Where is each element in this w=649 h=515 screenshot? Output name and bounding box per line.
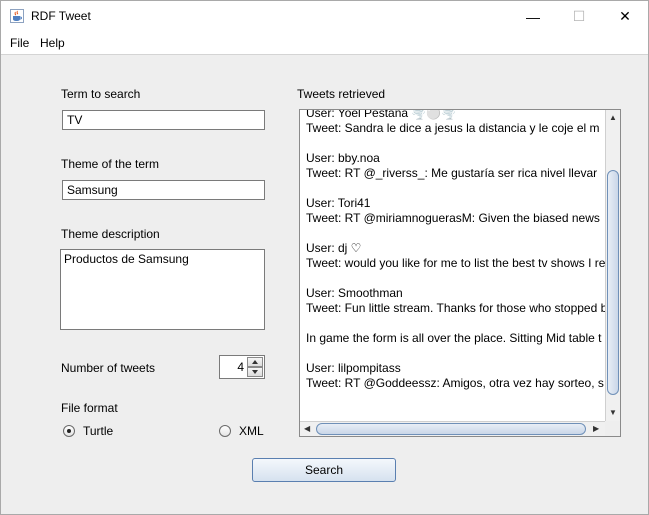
tweet-line: In game the form is all over the place. … (306, 331, 602, 345)
scroll-right-arrow-icon[interactable]: ▶ (593, 425, 599, 433)
minimize-button[interactable]: — (510, 1, 556, 32)
maximize-button[interactable]: ☐ (556, 1, 602, 32)
tweet-line: User: Tori41 (306, 196, 371, 210)
tweet-line: User: bby.noa (306, 151, 380, 165)
num-tweets-value: 4 (237, 360, 244, 374)
tweet-line: Tweet: RT @Goddeessz: Amigos, otra vez h… (306, 376, 604, 390)
spinner-down-button[interactable] (247, 367, 263, 377)
horizontal-scroll-thumb[interactable] (316, 423, 586, 435)
tweet-line: Tweet: would you like for me to list the… (306, 256, 606, 270)
spinner-up-button[interactable] (247, 357, 263, 367)
description-label: Theme description (61, 227, 160, 241)
menu-help[interactable]: Help (40, 36, 65, 50)
description-textarea[interactable]: Productos de Samsung (60, 249, 265, 330)
tweets-text-area[interactable]: User: Yoel Pestana 🌪️⚪🌪️ Tweet: Sandra le… (300, 110, 606, 422)
tweet-line: User: lilpompitass (306, 361, 401, 375)
tweet-line: User: dj ♡ (306, 241, 362, 255)
num-tweets-spinner[interactable]: 4 (219, 355, 265, 379)
menu-bar: File Help (1, 32, 648, 55)
format-label: File format (61, 401, 118, 415)
xml-radio-label[interactable]: XML (239, 424, 264, 438)
tweets-label: Tweets retrieved (297, 87, 386, 101)
scroll-left-arrow-icon[interactable]: ◀ (304, 425, 310, 433)
theme-label: Theme of the term (61, 157, 160, 171)
window-title: RDF Tweet (31, 9, 91, 23)
tweet-line: User: Yoel Pestana 🌪️⚪🌪️ (306, 110, 457, 120)
tweet-line: Tweet: Sandra le dice a jesus la distanc… (306, 121, 600, 135)
tweet-line: User: Smoothman (306, 286, 403, 300)
menu-file[interactable]: File (10, 36, 29, 50)
vertical-scroll-thumb[interactable] (607, 170, 619, 395)
tweet-line: Tweet: Fun little stream. Thanks for tho… (306, 301, 606, 315)
title-bar: RDF Tweet — ☐ ✕ (1, 1, 648, 32)
scroll-up-arrow-icon[interactable]: ▲ (609, 114, 617, 122)
search-button[interactable]: Search (252, 458, 396, 482)
horizontal-scrollbar[interactable]: ◀ ▶ (300, 421, 606, 436)
radio-selected-dot (67, 429, 71, 433)
scroll-down-arrow-icon[interactable]: ▼ (609, 409, 617, 417)
turtle-radio-label[interactable]: Turtle (83, 424, 113, 438)
tweets-scroll-pane[interactable]: User: Yoel Pestana 🌪️⚪🌪️ Tweet: Sandra le… (299, 109, 621, 437)
spinner-buttons (247, 357, 263, 377)
tweet-line: Tweet: RT @_riverss_: Me gustaría ser ri… (306, 166, 598, 180)
vertical-scrollbar[interactable]: ▲ ▼ (605, 110, 620, 422)
triangle-up-icon (252, 360, 258, 364)
main-panel: Term to search TV Theme of the term Sams… (1, 55, 648, 514)
tweet-line: Tweet: RT @miriamnoguerasM: Given the bi… (306, 211, 600, 225)
term-label: Term to search (61, 87, 141, 101)
xml-radio[interactable] (219, 425, 231, 437)
turtle-radio[interactable] (63, 425, 75, 437)
close-button[interactable]: ✕ (602, 1, 648, 32)
scroll-corner (605, 421, 620, 436)
theme-input[interactable]: Samsung (62, 180, 265, 200)
java-coffee-icon (10, 9, 24, 23)
triangle-down-icon (252, 370, 258, 374)
term-input[interactable]: TV (62, 110, 265, 130)
app-window: RDF Tweet — ☐ ✕ File Help Term to search… (0, 0, 649, 515)
num-tweets-label: Number of tweets (61, 361, 156, 375)
